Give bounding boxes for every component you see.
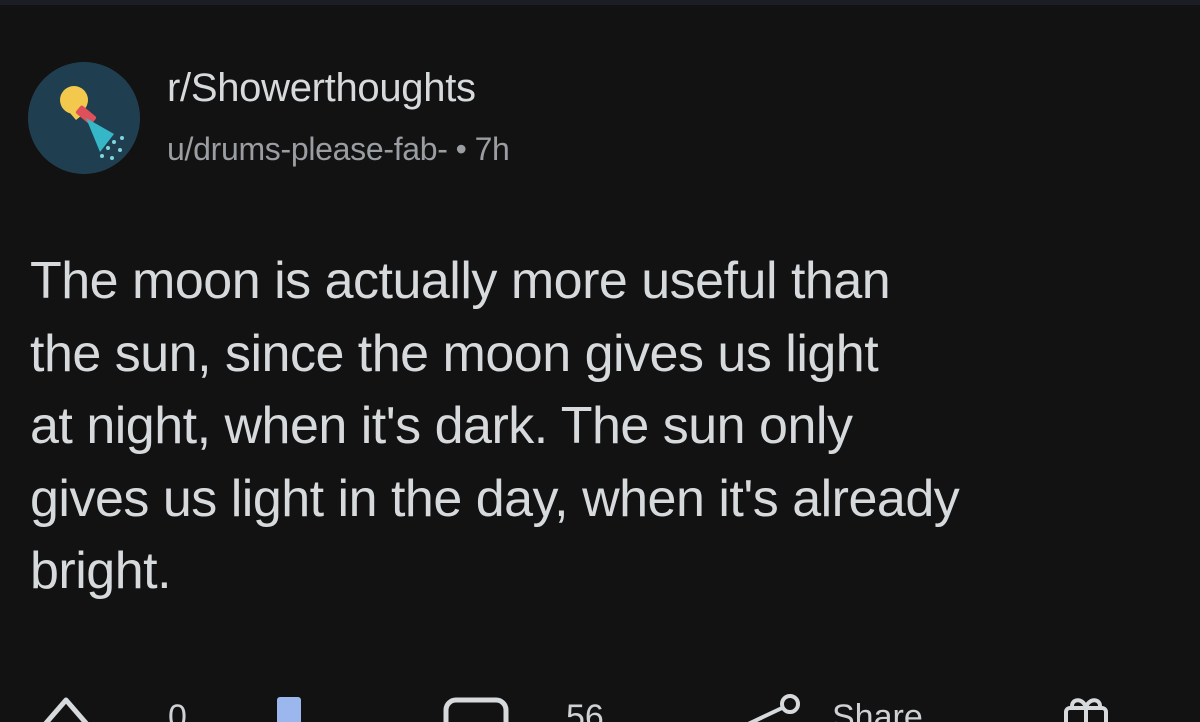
comment-count[interactable]: 56: [566, 698, 604, 722]
subreddit-avatar[interactable]: [28, 62, 140, 174]
downvote-indicator[interactable]: [277, 697, 301, 722]
comment-bubble-icon[interactable]: [442, 696, 510, 722]
post-card[interactable]: r/Showerthoughts u/drums-please-fab- • 7h …: [0, 0, 1200, 722]
share-label[interactable]: Share: [832, 698, 923, 722]
upvote-arrow-icon[interactable]: [36, 694, 96, 722]
lightbulb-shower-icon: [28, 62, 140, 174]
action-bar: 0 56 Share: [0, 682, 1200, 722]
author-link[interactable]: u/drums-please-fab-: [167, 131, 448, 167]
post-meta: u/drums-please-fab- • 7h: [167, 131, 510, 168]
post-age: 7h: [474, 131, 510, 167]
top-divider: [0, 0, 1200, 5]
gift-icon[interactable]: [1062, 692, 1110, 722]
subreddit-name[interactable]: r/Showerthoughts: [167, 66, 476, 111]
meta-separator: •: [455, 131, 467, 167]
vote-score: 0: [168, 698, 187, 722]
post-title[interactable]: The moon is actually more useful than th…: [30, 245, 1180, 608]
share-icon[interactable]: [738, 690, 804, 722]
